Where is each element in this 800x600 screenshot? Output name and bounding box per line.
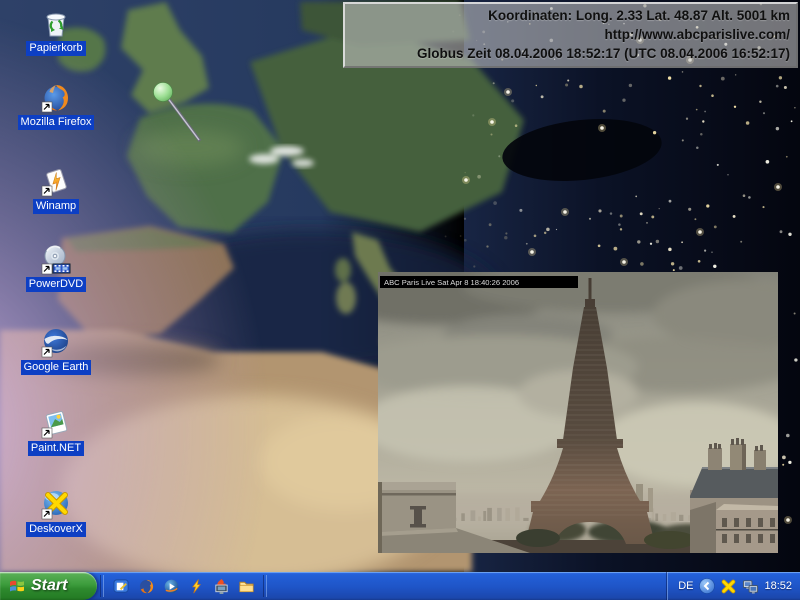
- start-button[interactable]: Start: [0, 572, 97, 600]
- powerdvd-icon: [41, 245, 71, 275]
- quicklaunch-nero-burning-icon[interactable]: [211, 576, 231, 596]
- tray-deskoverx-icon[interactable]: [720, 578, 737, 595]
- globus-time-line: Globus Zeit 08.04.2006 18:52:17 (UTC 08.…: [417, 46, 790, 61]
- desktop-icon-google-earth[interactable]: Google Earth: [16, 326, 96, 375]
- icon-label: Winamp: [32, 199, 80, 214]
- google-earth-icon: [41, 329, 68, 358]
- desktop-area[interactable]: Papierkorb Mozilla Firefox Winamp PowerD…: [0, 0, 800, 572]
- quicklaunch-winamp-icon[interactable]: [186, 576, 206, 596]
- quicklaunch-folder-icon[interactable]: [236, 576, 256, 596]
- icon-label: DeskoverX: [26, 522, 86, 537]
- paint-net-icon: [41, 411, 68, 439]
- system-tray: DE 18:52: [667, 572, 800, 600]
- icon-label: PowerDVD: [25, 277, 87, 292]
- taskbar-separator: [100, 575, 104, 597]
- quicklaunch-media-player-icon[interactable]: [161, 576, 181, 596]
- windows-logo-icon: [10, 580, 24, 592]
- url-line: http://www.abcparislive.com/: [604, 27, 790, 42]
- windows-xp-desktop: Papierkorb Mozilla Firefox Winamp PowerD…: [0, 0, 800, 600]
- clock[interactable]: 18:52: [764, 580, 792, 592]
- language-indicator[interactable]: DE: [678, 580, 693, 592]
- webcam-caption-text: ABC Paris Live Sat Apr 8 18:40:26 2006: [384, 278, 519, 287]
- desktop-icon-powerdvd[interactable]: PowerDVD: [16, 243, 96, 292]
- desktop-icon-firefox[interactable]: Mozilla Firefox: [16, 81, 96, 130]
- quicklaunch-show-desktop-icon[interactable]: [111, 576, 131, 596]
- desktop-icon-deskoverx[interactable]: DeskoverX: [16, 488, 96, 537]
- tray-network-icon[interactable]: [742, 578, 759, 595]
- icon-label: Paint.NET: [27, 441, 85, 456]
- icon-label: Mozilla Firefox: [17, 115, 95, 130]
- firefox-icon: [41, 85, 68, 113]
- desktop-icon-paint-net[interactable]: Paint.NET: [16, 407, 96, 456]
- desktop-icon-papierkorb[interactable]: Papierkorb: [16, 7, 96, 56]
- quick-launch-bar: [107, 576, 260, 596]
- recycle-bin-icon: [46, 13, 66, 37]
- webcam-window[interactable]: ABC Paris Live Sat Apr 8 18:40:26 2006: [318, 260, 800, 553]
- icon-label: Google Earth: [20, 360, 92, 375]
- tray-collapse-chevron-icon[interactable]: [698, 578, 715, 595]
- desktop-icon-winamp[interactable]: Winamp: [16, 165, 96, 214]
- taskbar-separator: [263, 575, 267, 597]
- coordinates-line: Koordinaten: Long. 2.33 Lat. 48.87 Alt. …: [488, 8, 790, 23]
- winamp-icon: [41, 169, 67, 197]
- icon-label: Papierkorb: [26, 41, 86, 56]
- eiffel-tower-webcam-image: ABC Paris Live Sat Apr 8 18:40:26 2006: [318, 260, 800, 553]
- start-label: Start: [31, 577, 68, 594]
- taskbar: Start DE 18:52: [0, 572, 800, 600]
- quicklaunch-firefox-icon[interactable]: [136, 576, 156, 596]
- deskoverx-icon: [41, 491, 68, 520]
- coordinates-info-box: Koordinaten: Long. 2.33 Lat. 48.87 Alt. …: [343, 2, 798, 68]
